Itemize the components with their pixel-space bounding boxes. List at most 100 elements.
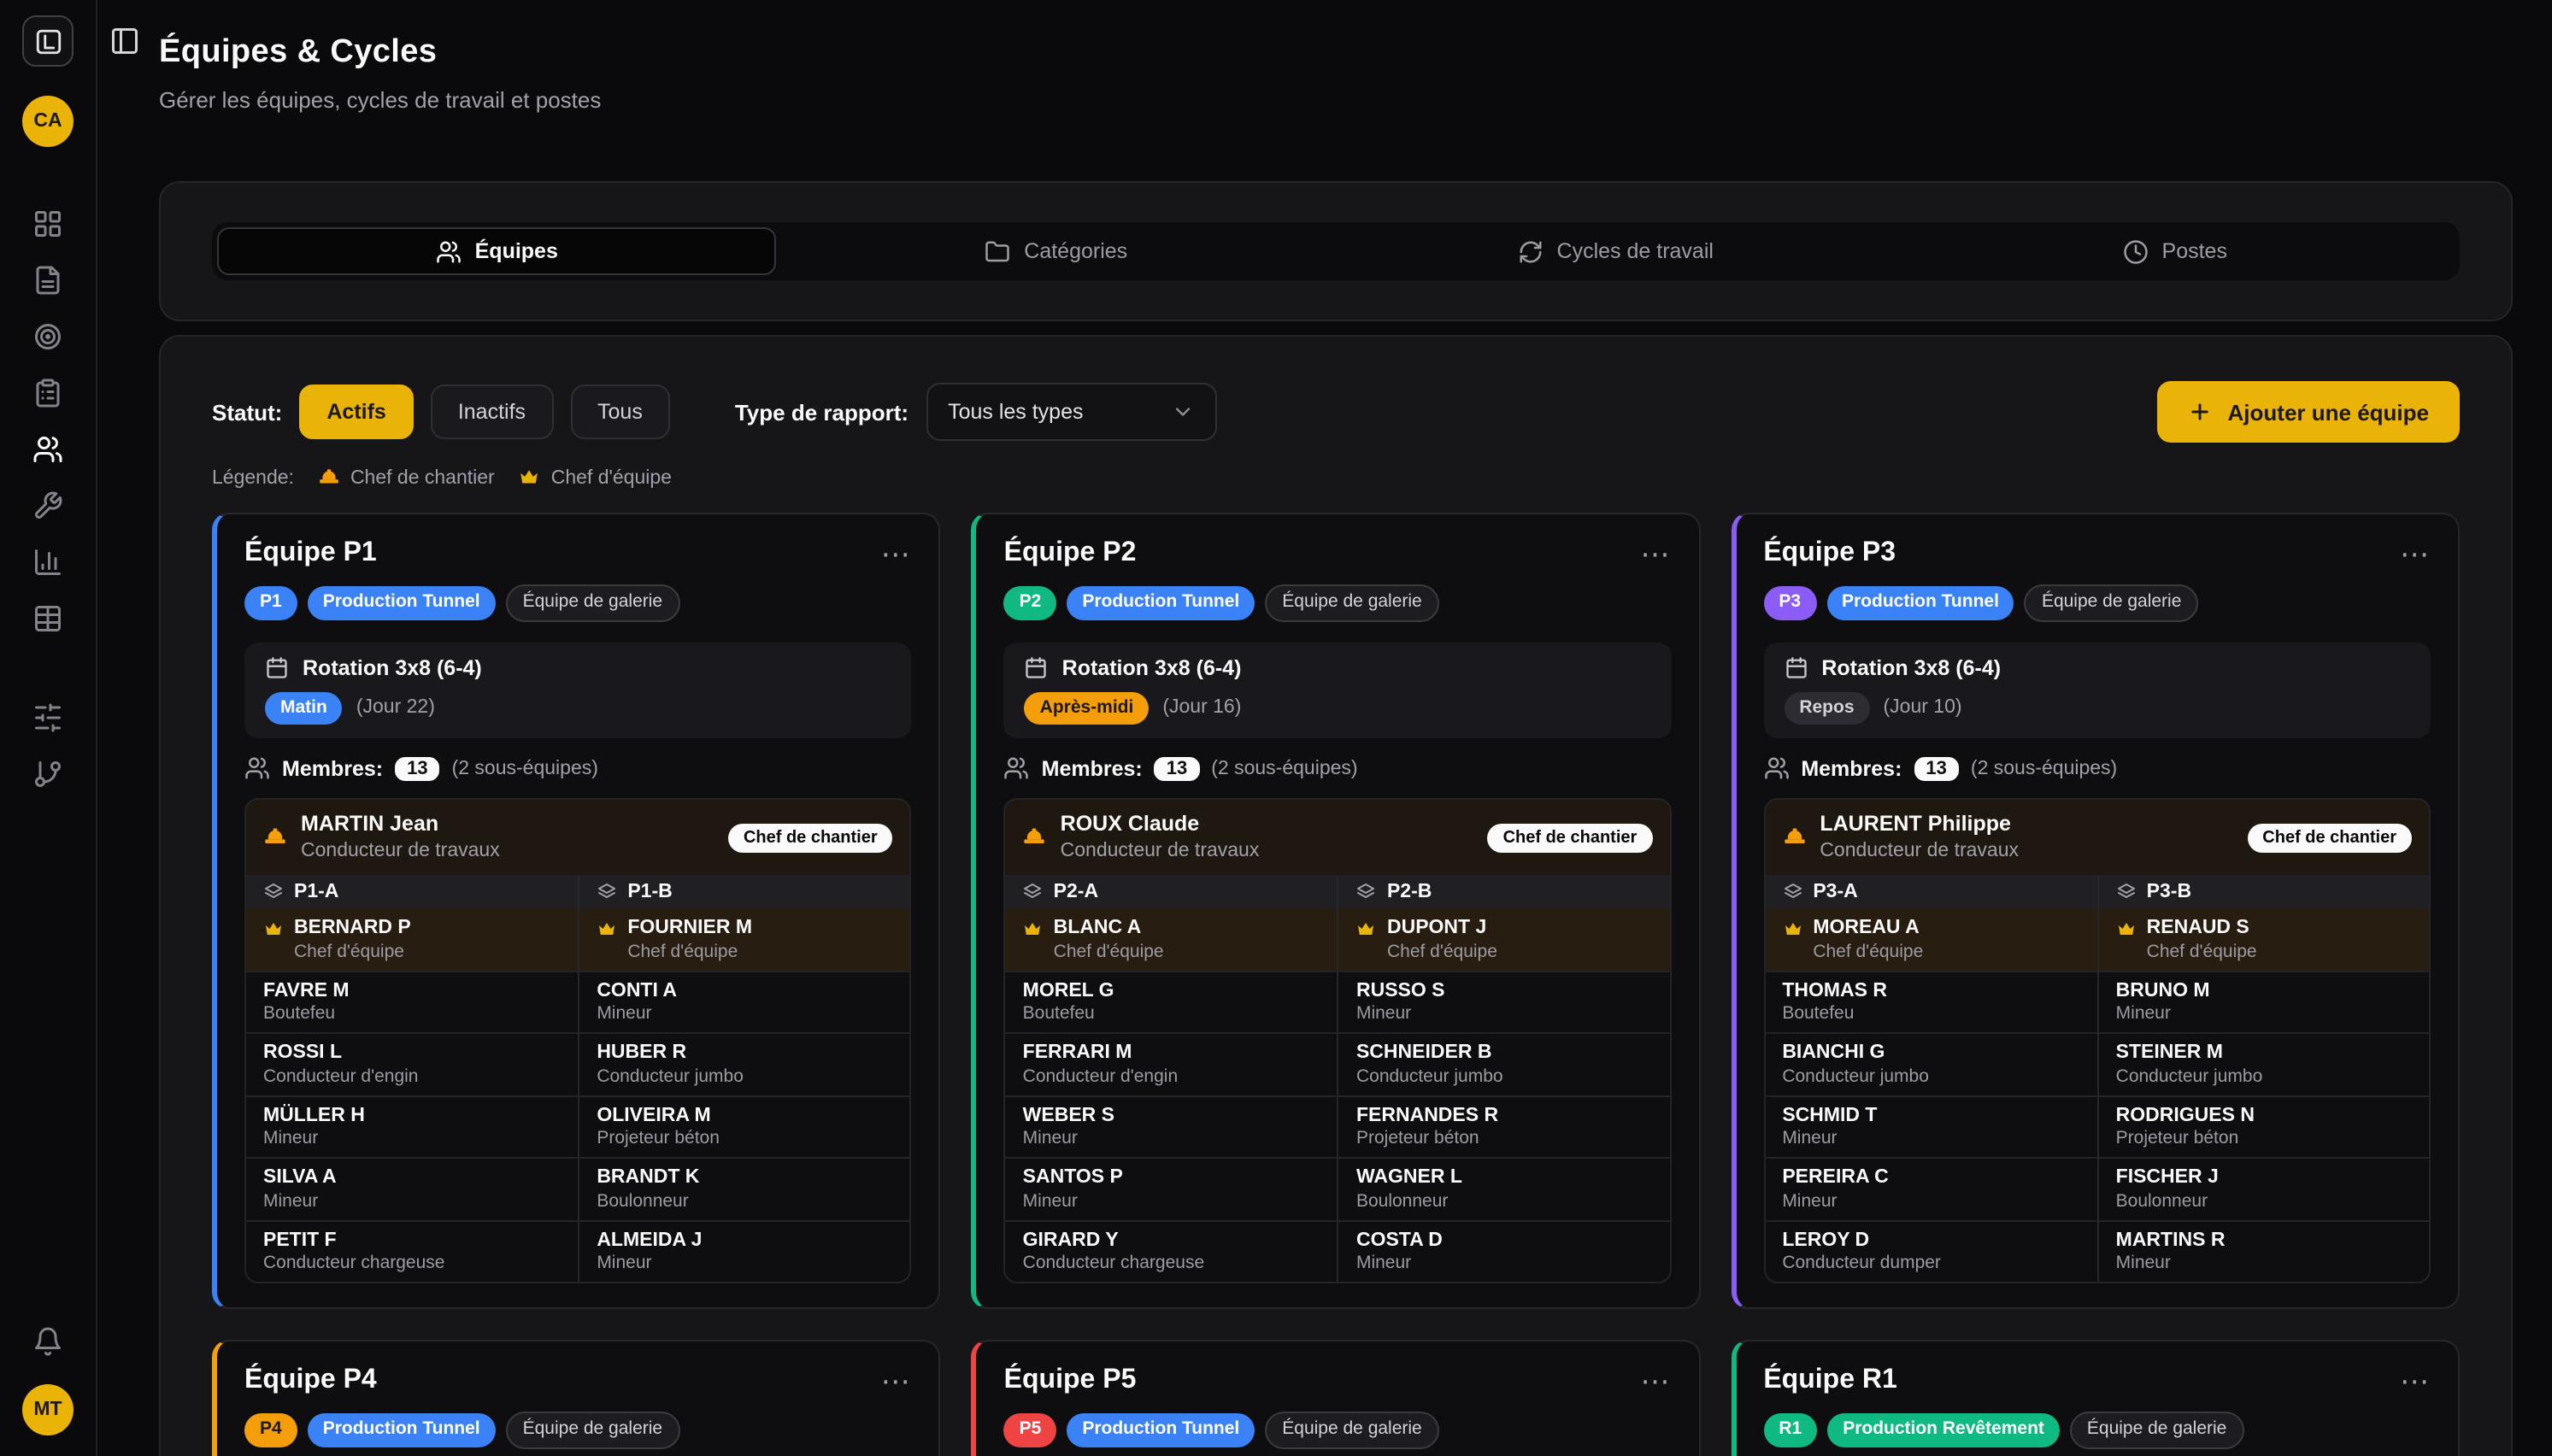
members-count-badge: 13 — [395, 757, 440, 781]
sidebar: CA MT — [0, 0, 97, 1456]
app-root: CA MT Équipes & Cycles Gérer les équipes… — [0, 0, 2552, 1456]
card-menu-button[interactable]: ⋯ — [881, 539, 912, 568]
sidebar-nav — [24, 208, 72, 634]
team-type-badge: Équipe de galerie — [2025, 584, 2198, 621]
app-logo[interactable] — [22, 15, 74, 67]
card-menu-button[interactable]: ⋯ — [1640, 539, 1671, 568]
subteam-members: BRUNO M Mineur STEINER M Conducteur jumb… — [2099, 971, 2429, 1283]
member-row: WEBER S Mineur — [1006, 1095, 1338, 1158]
subteam-column: P3-A MOREAU A Chef d'équipe — [1765, 876, 2096, 1283]
leader-name: MARTIN Jean — [301, 813, 500, 839]
team-category-badge: Production Tunnel — [1067, 1414, 1255, 1447]
member-row: RODRIGUES N Projeteur béton — [2099, 1095, 2429, 1158]
rotation-box: Rotation 3x8 (6-4) Après-midi (Jour 16) — [1004, 642, 1672, 738]
member-role: Conducteur d'engin — [263, 1066, 561, 1088]
subteams: P2-A BLANC A Chef d'équipe — [1006, 876, 1670, 1283]
team-name: Équipe P1 — [244, 538, 377, 569]
tab-equipes[interactable]: Équipes — [217, 227, 777, 275]
layers-icon — [2116, 883, 2137, 903]
subteam-header: P3-B — [2099, 876, 2429, 910]
card-menu-button[interactable]: ⋯ — [1640, 1367, 1671, 1396]
subteam-name: P3-B — [2147, 883, 2191, 903]
team-type-badge: Équipe de galerie — [506, 584, 679, 621]
member-role: Mineur — [2116, 1253, 2412, 1275]
subteam-members: FAVRE M Boutefeu ROSSI L Conducteur d'en… — [246, 971, 578, 1283]
report-type-select[interactable]: Tous les types — [926, 383, 1216, 441]
member-name: PETIT F — [263, 1229, 561, 1253]
team-badges: P4 Production Tunnel Équipe de galerie — [244, 1412, 912, 1449]
hard-hat-icon — [1023, 826, 1047, 850]
member-role: Mineur — [1782, 1128, 2079, 1150]
nav-tools-button[interactable] — [24, 490, 72, 521]
card-menu-button[interactable]: ⋯ — [2400, 1367, 2431, 1396]
member-name: MARTINS R — [2116, 1229, 2412, 1253]
add-team-button[interactable]: Ajouter une équipe — [2158, 381, 2460, 443]
card-menu-button[interactable]: ⋯ — [2400, 539, 2431, 568]
wrench-icon — [32, 490, 63, 521]
team-type-badge: Équipe de galerie — [1265, 584, 1438, 621]
user-avatar-top[interactable]: CA — [22, 96, 74, 147]
status-filter-actifs[interactable]: Actifs — [299, 385, 413, 439]
team-card: Équipe R1 ⋯ R1 Production Revêtement Équ… — [1731, 1341, 2460, 1456]
nav-reports-button[interactable] — [24, 547, 72, 578]
team-badges: P1 Production Tunnel Équipe de galerie — [244, 584, 912, 621]
nav-tables-button[interactable] — [24, 603, 72, 634]
member-role: Mineur — [263, 1128, 561, 1150]
status-filter-inactifs[interactable]: Inactifs — [431, 385, 553, 439]
member-row: THOMAS R Boutefeu — [1765, 971, 2096, 1033]
chef-role: Chef d'équipe — [294, 941, 411, 963]
nav-documents-button[interactable] — [24, 265, 72, 296]
shift-line: Repos (Jour 10) — [1784, 691, 2410, 725]
panel-left-icon — [109, 26, 140, 56]
subteam-members: CONTI A Mineur HUBER R Conducteur jumbo — [579, 971, 909, 1283]
subteam-members: THOMAS R Boutefeu BIANCHI G Conducteur j… — [1765, 971, 2096, 1283]
tab-cycles[interactable]: Cycles de travail — [1336, 227, 1896, 275]
rotation-label: Rotation 3x8 (6-4) — [303, 655, 482, 679]
chef-name: BERNARD P — [294, 917, 411, 942]
team-name: Équipe P2 — [1004, 538, 1137, 569]
nav-workflow-button[interactable] — [24, 759, 72, 790]
chef-role: Chef d'équipe — [1813, 941, 1923, 963]
member-role: Conducteur chargeuse — [1023, 1253, 1320, 1275]
shift-line: Après-midi (Jour 16) — [1025, 691, 1651, 725]
sidebar-nav-secondary — [24, 702, 72, 790]
user-avatar-bottom[interactable]: MT — [22, 1384, 74, 1435]
nav-settings-button[interactable] — [24, 702, 72, 733]
team-code-badge: R1 — [1763, 1414, 1817, 1447]
member-row: BRUNO M Mineur — [2099, 971, 2429, 1033]
tab-postes[interactable]: Postes — [1896, 227, 2455, 275]
members-note: (2 sous-équipes) — [1211, 759, 1357, 779]
sidebar-toggle-button[interactable] — [108, 24, 142, 58]
nav-teams-button[interactable] — [24, 434, 72, 465]
member-name: MÜLLER H — [263, 1104, 561, 1129]
tab-categories[interactable]: Catégories — [777, 227, 1337, 275]
status-filter-tous[interactable]: Tous — [570, 385, 670, 439]
nav-tasks-button[interactable] — [24, 378, 72, 408]
members-line: Membres: 13 (2 sous-équipes) — [244, 756, 912, 782]
members-count-badge: 13 — [1155, 757, 1200, 781]
hard-hat-icon — [318, 467, 340, 489]
team-code-badge: P5 — [1004, 1414, 1057, 1447]
tab-label: Postes — [2162, 239, 2227, 263]
team-badges: P5 Production Tunnel Équipe de galerie — [1004, 1412, 1672, 1449]
nav-objectives-button[interactable] — [24, 321, 72, 352]
subteam-chef-row: DUPONT J Chef d'équipe — [1339, 910, 1669, 971]
clock-icon — [2123, 238, 2149, 264]
nav-dashboard-button[interactable] — [24, 208, 72, 239]
member-role: Boutefeu — [1023, 1003, 1320, 1025]
member-name: STEINER M — [2116, 1042, 2412, 1066]
card-menu-button[interactable]: ⋯ — [881, 1367, 912, 1396]
clipboard-icon — [32, 378, 63, 408]
team-type-badge: Équipe de galerie — [506, 1412, 679, 1449]
member-name: PEREIRA C — [1782, 1166, 2079, 1191]
team-card: Équipe P5 ⋯ P5 Production Tunnel Équipe … — [972, 1341, 1701, 1456]
members-label: Membres: — [1801, 757, 1902, 781]
team-cards-grid: Équipe P1 ⋯ P1 Production Tunnel Équipe … — [212, 513, 2460, 1456]
member-name: MOREL G — [1023, 979, 1320, 1004]
leader-identity: ROUX Claude Conducteur de travaux — [1061, 813, 1260, 864]
legend-chef-chantier: Chef de chantier — [318, 467, 495, 489]
notifications-button[interactable] — [24, 1326, 72, 1357]
member-role: Mineur — [2116, 1003, 2412, 1025]
member-name: SCHNEIDER B — [1356, 1042, 1652, 1066]
member-row: FAVRE M Boutefeu — [246, 971, 578, 1033]
